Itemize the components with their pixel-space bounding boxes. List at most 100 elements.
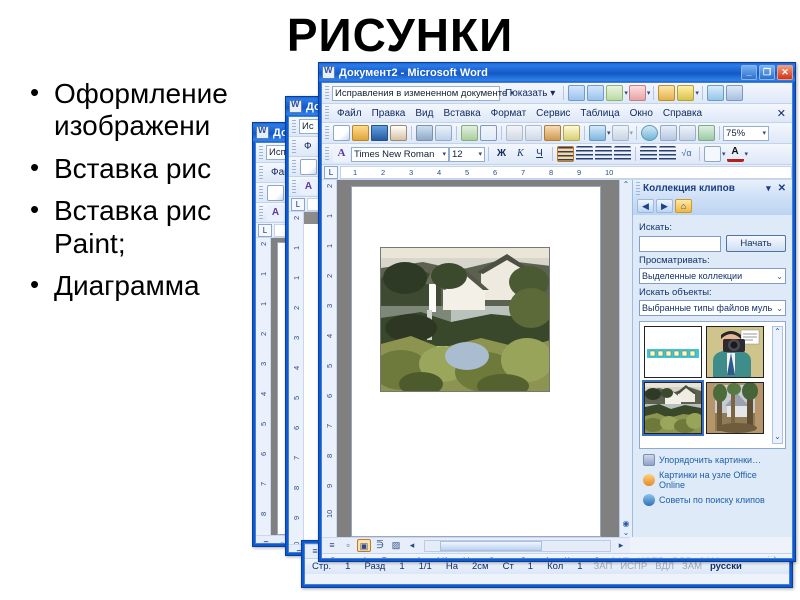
previous-change-icon[interactable]	[568, 85, 586, 101]
chevron-down-icon[interactable]: ▾	[722, 150, 726, 158]
font-name-combo[interactable]: Times New Roman ▾	[351, 146, 449, 162]
chevron-down-icon[interactable]: ▾	[745, 150, 749, 158]
clip-thumbnail-man-with-camera[interactable]	[706, 326, 764, 378]
menu-bar[interactable]: Файл Правка Вид Вставка Формат Сервис Та…	[322, 104, 792, 123]
styles-icon[interactable]: A	[300, 178, 317, 195]
bold-button[interactable]: Ж	[493, 146, 510, 162]
word-window-front[interactable]: Документ2 - Microsoft Word _ ❐ ✕ Исправл…	[318, 62, 796, 562]
vertical-ruler[interactable]: 211234567891011	[256, 238, 271, 535]
scroll-up-icon[interactable]: ⌃	[620, 180, 632, 189]
status-indicator-rec[interactable]: ЗАП	[590, 561, 617, 572]
styles-icon[interactable]: A	[267, 204, 284, 221]
normal-view-icon[interactable]: ≡	[259, 537, 273, 543]
reviewing-toolbar[interactable]: Исправления в измененном документе ▾ Пок…	[322, 83, 792, 104]
chevron-down-icon[interactable]: ▾	[762, 183, 775, 194]
scroll-right-icon[interactable]: ▸	[614, 539, 628, 552]
toolbar-grip[interactable]	[292, 179, 296, 194]
clip-results-scrollbar[interactable]: ⌃ ⌄	[772, 326, 783, 444]
select-browse-object-icon[interactable]: ◉	[620, 519, 632, 528]
copy-icon[interactable]	[525, 125, 542, 141]
menu-item-help[interactable]: Справка	[658, 107, 707, 120]
reviewing-pane-icon[interactable]	[725, 85, 743, 101]
reject-change-icon[interactable]	[628, 85, 646, 101]
tab-selector[interactable]: L	[291, 197, 305, 211]
status-indicator-ovr[interactable]: ЗАМ	[695, 556, 723, 558]
redo-icon[interactable]	[611, 125, 629, 141]
menu-item-view[interactable]: Вид	[410, 107, 438, 120]
outline-view-icon[interactable]: ⋽	[373, 539, 387, 552]
clip-art-task-pane[interactable]: Коллекция клипов ▾ ✕ ◀ ▶ ⌂ Искать: Начат…	[632, 180, 792, 537]
standard-toolbar[interactable]: ▾ ▾ 75% ▾	[322, 123, 792, 144]
styles-and-formatting-icon[interactable]: A	[333, 146, 350, 162]
back-icon[interactable]: ◀	[637, 199, 654, 213]
toolbar-grip[interactable]	[325, 106, 329, 120]
view-bar[interactable]: ≡ ▫ ▣ ⋽ ▨ ◂ ▸	[322, 537, 630, 553]
horizontal-scrollbar[interactable]	[424, 539, 611, 552]
menu-item-file[interactable]: Ф	[299, 140, 317, 153]
document-vertical-scrollbar[interactable]: ⌃ ◉ ⌄	[619, 180, 632, 537]
scroll-up-icon[interactable]: ⌃	[773, 327, 782, 338]
status-indicator-ext[interactable]: ВДЛ	[668, 556, 695, 558]
organize-clips-link[interactable]: Упорядочить картинки…	[643, 452, 782, 468]
maximize-button[interactable]: ❐	[759, 65, 775, 80]
search-input[interactable]	[639, 235, 721, 252]
insert-hyperlink-icon[interactable]	[641, 125, 659, 141]
align-left-button[interactable]	[557, 146, 574, 162]
close-icon[interactable]: ✕	[775, 183, 789, 194]
underline-button[interactable]: Ч	[531, 146, 548, 162]
chevron-down-icon[interactable]: ▾	[607, 129, 611, 137]
new-document-icon[interactable]	[333, 125, 350, 141]
search-button[interactable]: Начать	[726, 235, 786, 252]
browse-collections-select[interactable]: Выделенные коллекции ⌄	[639, 268, 786, 284]
toolbar-grip[interactable]	[259, 185, 263, 200]
save-icon[interactable]	[371, 125, 388, 141]
status-indicator-ext[interactable]: ВДЛ	[651, 561, 678, 572]
chevron-down-icon[interactable]: ▾	[630, 129, 634, 137]
menu-item-insert[interactable]: Вставка	[438, 107, 485, 120]
toolbar-grip[interactable]	[292, 159, 296, 174]
status-indicator-trk[interactable]: ИСПР	[633, 556, 668, 558]
office-online-link[interactable]: Картинки на узле Office Online	[643, 468, 782, 492]
menu-item-file[interactable]: Файл	[332, 107, 367, 120]
math-formula-button[interactable]: √α	[678, 146, 695, 162]
review-display-combo[interactable]: Исправления в измененном документе ▾	[332, 85, 514, 101]
menu-item-edit[interactable]: Правка	[367, 107, 411, 120]
highlight-icon[interactable]	[677, 85, 695, 101]
chevron-down-icon[interactable]: ▾	[624, 89, 628, 97]
paste-icon[interactable]	[544, 125, 561, 141]
research-icon[interactable]	[480, 125, 497, 141]
clip-results-grid[interactable]: ⌃ ⌄	[639, 321, 786, 449]
scroll-down-icon[interactable]: ⌄	[773, 432, 782, 443]
close-document-icon[interactable]: ✕	[777, 107, 792, 120]
spelling-icon[interactable]	[461, 125, 478, 141]
home-icon[interactable]: ⌂	[675, 199, 692, 213]
toolbar-grip[interactable]	[292, 139, 296, 154]
status-language[interactable]: русски	[723, 556, 763, 558]
reading-layout-view-icon[interactable]: ▨	[389, 539, 403, 552]
toolbar-grip[interactable]	[292, 119, 296, 134]
status-indicator-ovr[interactable]: ЗАМ	[678, 561, 706, 572]
numbering-button[interactable]	[640, 146, 657, 162]
new-document-icon[interactable]	[300, 158, 317, 175]
web-layout-view-icon[interactable]: ▫	[341, 539, 355, 552]
tables-and-borders-icon[interactable]	[660, 125, 678, 141]
show-menu-button[interactable]: Показать ▾	[500, 87, 560, 100]
toolbar-grip[interactable]	[325, 147, 329, 161]
menu-item-table[interactable]: Таблица	[575, 107, 624, 120]
document-page[interactable]: ¶	[351, 186, 601, 537]
new-document-icon[interactable]	[267, 184, 284, 201]
toolbar-grip[interactable]	[259, 165, 263, 180]
chevron-down-icon[interactable]: ▾	[695, 89, 699, 97]
close-button[interactable]: ✕	[777, 65, 793, 80]
vertical-ruler[interactable]: 211234567891011	[322, 180, 337, 537]
print-layout-view-icon[interactable]: ▣	[357, 539, 371, 552]
tab-selector[interactable]: L	[258, 223, 272, 237]
bullets-button[interactable]	[659, 146, 676, 162]
insert-table-icon[interactable]	[679, 125, 697, 141]
zoom-combo[interactable]: 75% ▾	[723, 125, 770, 141]
menu-item-tools[interactable]: Сервис	[531, 107, 575, 120]
insert-excel-sheet-icon[interactable]	[698, 125, 716, 141]
track-changes-icon[interactable]	[706, 85, 724, 101]
formatting-toolbar[interactable]: A Times New Roman ▾ 12 ▾ Ж К Ч √α ▾ A ▾	[322, 144, 792, 165]
task-pane-grip[interactable]	[636, 181, 640, 196]
